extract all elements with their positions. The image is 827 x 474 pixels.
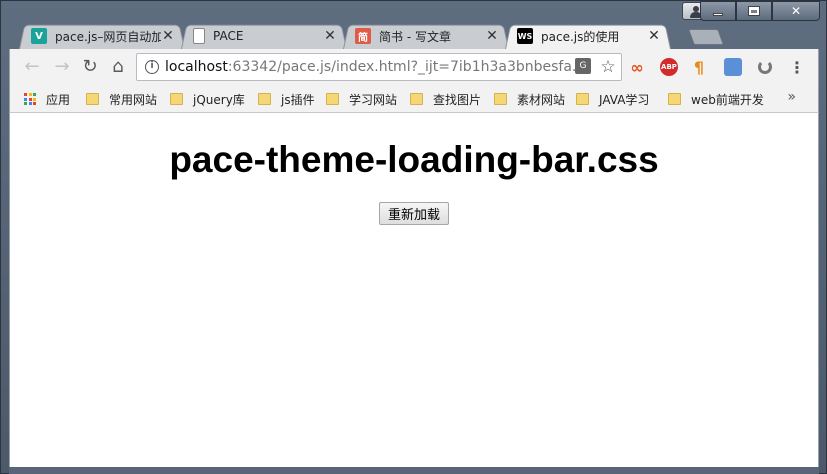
webstorm-icon: WS	[517, 28, 533, 44]
bookmark-folder[interactable]: 学习网站	[326, 91, 397, 107]
pilcrow-extension-icon[interactable]: ¶	[690, 58, 708, 77]
bookmark-folder[interactable]: web前端开发	[668, 91, 764, 107]
bookmark-label: JAVA学习	[599, 92, 650, 107]
maximize-icon	[748, 6, 760, 16]
tab-title: PACE	[213, 29, 244, 43]
apps-grid-icon	[24, 93, 36, 105]
url-host: localhost	[165, 59, 228, 75]
tab-title: pace.js的使用	[541, 29, 620, 44]
tab-close-icon[interactable]: ✕	[161, 28, 175, 44]
bookmark-folder[interactable]: jQuery库	[170, 91, 245, 107]
address-bar[interactable]: i localhost:63342/pace.js/index.html?_ij…	[136, 53, 622, 81]
new-tab-button[interactable]	[688, 29, 724, 45]
minimize-icon	[713, 12, 723, 16]
bookmark-label: 应用	[46, 92, 71, 107]
tab-pace-js[interactable]: V pace.js–网页自动加 ✕	[19, 23, 185, 49]
sync-extension-icon[interactable]	[756, 58, 774, 76]
tab-favicon-v-icon: V	[31, 28, 47, 44]
reload-page-button[interactable]: ↻	[80, 57, 100, 77]
close-window-button[interactable]: ✕	[772, 1, 820, 21]
bookmark-label: web前端开发	[691, 92, 764, 107]
page-content: pace-theme-loading-bar.css 重新加载	[9, 113, 819, 467]
bookmark-label: 学习网站	[349, 92, 398, 107]
adblock-plus-icon[interactable]: ABP	[660, 58, 678, 76]
bookmark-label: 查找图片	[433, 92, 482, 107]
back-button[interactable]: ←	[22, 57, 42, 77]
folder-icon	[86, 93, 99, 105]
info-icon[interactable]: i	[145, 60, 159, 74]
translate-icon[interactable]: G	[575, 58, 591, 74]
tab-pace[interactable]: PACE ✕	[181, 23, 347, 49]
url-path: :63342/pace.js/index.html?_ijt=7ib1h3a3b…	[227, 59, 575, 75]
folder-icon	[258, 93, 271, 105]
tab-close-icon[interactable]: ✕	[647, 28, 661, 44]
folder-icon	[410, 93, 423, 105]
url-text: localhost:63342/pace.js/index.html?_ijt=…	[165, 59, 575, 75]
bookmark-apps[interactable]: 应用	[24, 91, 70, 107]
bookmark-folder[interactable]: 素材网站	[494, 91, 565, 107]
reload-button[interactable]: 重新加载	[379, 202, 450, 225]
page-icon	[193, 28, 205, 44]
window-controls: ✕	[700, 1, 820, 21]
folder-icon	[576, 93, 589, 105]
folder-icon	[668, 93, 681, 105]
tab-close-icon[interactable]: ✕	[485, 28, 499, 44]
browser-window: ✕ V pace.js–网页自动加 ✕ PACE ✕ 简 简书 - 写文章 ✕ …	[0, 0, 827, 474]
folder-icon	[170, 93, 183, 105]
tab-close-icon[interactable]: ✕	[323, 28, 337, 44]
tab-title: pace.js–网页自动加	[55, 29, 161, 44]
jianshu-icon: 简	[355, 28, 371, 44]
folder-icon	[326, 93, 339, 105]
folder-icon	[494, 93, 507, 105]
home-button[interactable]: ⌂	[108, 57, 128, 77]
bookmark-folder[interactable]: 常用网站	[86, 91, 157, 107]
browser-toolbar: ← → ↻ ⌂ i localhost:63342/pace.js/index.…	[9, 49, 819, 85]
tab-pace-js-usage[interactable]: WS pace.js的使用 ✕	[505, 23, 671, 49]
bookmark-label: js插件	[281, 92, 315, 107]
bookmark-folder[interactable]: js插件	[258, 91, 315, 107]
notes-extension-icon[interactable]	[724, 58, 742, 76]
maximize-button[interactable]	[736, 1, 772, 21]
minimize-button[interactable]	[700, 1, 736, 21]
bookmark-star-icon[interactable]: ☆	[599, 58, 617, 76]
tab-strip: V pace.js–网页自动加 ✕ PACE ✕ 简 简书 - 写文章 ✕ WS…	[19, 19, 724, 49]
chrome-menu-icon[interactable]: ⋮	[788, 58, 806, 77]
bookmarks-bar: 应用 常用网站 jQuery库 js插件 学习网站 查找图片 素材网站 JAVA…	[9, 85, 819, 113]
bookmark-folder[interactable]: JAVA学习	[576, 91, 649, 107]
page-title: pace-theme-loading-bar.css	[169, 139, 659, 180]
bookmark-folder[interactable]: 查找图片	[410, 91, 481, 107]
bookmark-label: 素材网站	[517, 92, 566, 107]
infinity-extension-icon[interactable]: ∞	[628, 58, 646, 77]
tab-title: 简书 - 写文章	[379, 29, 451, 44]
bookmark-label: jQuery库	[193, 92, 245, 107]
more-bookmarks-icon[interactable]: »	[787, 89, 796, 105]
bookmark-label: 常用网站	[109, 92, 158, 107]
forward-button[interactable]: →	[52, 57, 72, 77]
tab-jianshu[interactable]: 简 简书 - 写文章 ✕	[343, 23, 509, 49]
